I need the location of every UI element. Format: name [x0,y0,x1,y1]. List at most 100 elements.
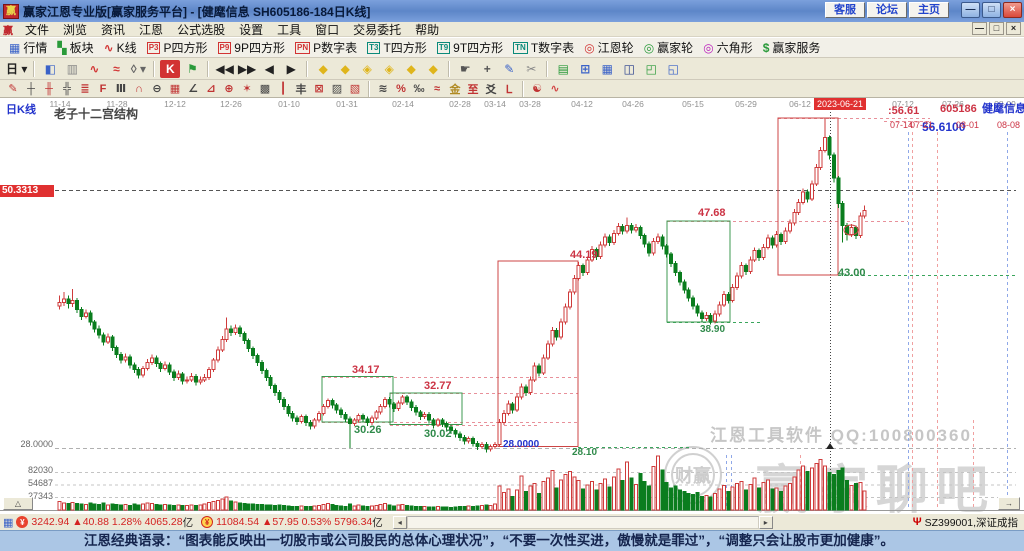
diamond-3-icon[interactable]: ◈ [357,60,377,78]
kline-chart-canvas[interactable] [0,98,1024,513]
calendar-icon[interactable]: ▤ [553,60,573,78]
menu-公式选股[interactable]: 公式选股 [170,21,232,38]
draw-tool-icon[interactable]: ≋ [375,81,392,96]
draw-tool-icon[interactable]: ‰ [411,81,428,96]
draw-tool-icon[interactable]: ▧ [347,81,364,96]
hand-tool-icon[interactable]: ☛ [455,60,475,78]
print-icon[interactable]: ◱ [663,60,683,78]
window-layout-icon[interactable]: ◧ [40,60,60,78]
tool-P数字表[interactable]: PN P数字表 [294,39,357,56]
draw-tool-icon[interactable]: ≈ [429,81,446,96]
period-tab[interactable]: 日K线 [6,101,36,117]
draw-tool-icon[interactable]: ▨ [329,81,346,96]
draw-tool-icon[interactable]: ┼ [23,81,40,96]
mdi-restore-button[interactable]: □ [989,22,1004,35]
draw-tool-icon[interactable]: ⊖ [149,81,166,96]
menu-文件[interactable]: 文件 [18,21,56,38]
restore-button[interactable]: □ [982,2,1001,18]
quote-grid-icon[interactable]: ▦ [3,516,13,529]
menu-交易委托[interactable]: 交易委托 [346,21,408,38]
pencil-tool-icon[interactable]: ✎ [499,60,519,78]
draw-tool-icon[interactable]: ▩ [257,81,274,96]
draw-tool-icon[interactable]: ☯ [529,81,546,96]
curve-icon[interactable]: ∿ [84,60,104,78]
menu-浏览[interactable]: 浏览 [56,21,94,38]
draw-tool-icon[interactable]: ✎ [5,81,22,96]
draw-tool-icon[interactable]: ≣ [77,81,94,96]
service-button[interactable]: 客服 [825,2,865,18]
cut-tool-icon[interactable]: ✂ [521,60,541,78]
scrollbar-track[interactable] [406,515,759,529]
tool-K线[interactable]: ∿ K线 [104,39,137,56]
draw-tool-icon[interactable]: ⊿ [203,81,220,96]
flag-icon[interactable]: ⚑ [182,60,202,78]
wave-icon[interactable]: ≈ [106,60,126,78]
pane-expand-button[interactable]: △ [3,497,33,510]
save-icon[interactable]: ◫ [619,60,639,78]
menu-帮助[interactable]: 帮助 [408,21,446,38]
draw-tool-icon[interactable]: ⊠ [311,81,328,96]
mdi-minimize-button[interactable]: — [972,22,987,35]
close-button[interactable]: × [1003,2,1022,18]
draw-tool-icon[interactable]: ╬ [59,81,76,96]
menu-窗口[interactable]: 窗口 [308,21,346,38]
tool-江恩轮[interactable]: ◎ 江恩轮 [584,39,634,56]
draw-tool-icon[interactable]: 金 [447,81,464,96]
scroll-left-arrow[interactable]: ◂ [392,515,407,529]
menu-江恩[interactable]: 江恩 [132,21,170,38]
export-icon[interactable]: ◰ [641,60,661,78]
draw-tool-icon[interactable]: ╫ [41,81,58,96]
scroll-right-arrow[interactable]: ▸ [758,515,773,529]
diamond-5-icon[interactable]: ◆ [401,60,421,78]
mdi-close-button[interactable]: × [1006,22,1021,35]
draw-tool-icon[interactable]: Ⅲ [113,81,130,96]
minimize-button[interactable]: — [961,2,980,18]
tool-六角形[interactable]: ◎ 六角形 [703,39,753,56]
kline-chart-area[interactable]: 江恩工具软件 QQ:100800360 财赢 赢家聊吧 日K线 11-14 11-… [0,98,1024,513]
period-selector-icon[interactable]: 日 ▾ [5,60,28,78]
draw-tool-icon[interactable]: 丰 [293,81,310,96]
status-index-selector[interactable]: Ψ SZ399001,深证成指 [910,515,1018,530]
kline-mode-icon[interactable]: K [160,59,181,78]
crosshair-tool-icon[interactable]: + [477,60,497,78]
tool-赢家轮[interactable]: ◎ 赢家轮 [644,39,694,56]
scale-selector-icon[interactable]: ◊ ▾ [128,60,148,78]
diamond-4-icon[interactable]: ◈ [379,60,399,78]
menu-工具[interactable]: 工具 [270,21,308,38]
menu-资讯[interactable]: 资讯 [94,21,132,38]
prev-icon[interactable]: ◀ [259,60,279,78]
draw-tool-icon[interactable]: ▦ [167,81,184,96]
draw-tool-icon[interactable]: 爻 [483,81,500,96]
diamond-1-icon[interactable]: ◆ [313,60,333,78]
forum-button[interactable]: 论坛 [867,2,907,18]
horizontal-scrollbar[interactable]: ◂ ▸ [392,515,773,529]
last-icon[interactable]: ▶▶ [237,60,257,78]
board-icon[interactable]: ▥ [62,60,82,78]
pane-scroll-right-button[interactable]: → [998,497,1020,510]
draw-tool-icon[interactable]: % [393,81,410,96]
draw-tool-icon[interactable]: ┃ [275,81,292,96]
draw-tool-icon[interactable]: F [95,81,112,96]
diamond-2-icon[interactable]: ◆ [335,60,355,78]
table-icon[interactable]: ▦ [597,60,617,78]
first-icon[interactable]: ◀◀ [214,60,234,78]
next-icon[interactable]: ▶ [281,60,301,78]
calculator-icon[interactable]: ⊞ [575,60,595,78]
draw-tool-icon[interactable]: ✶ [239,81,256,96]
tool-行情[interactable]: ▦ 行情 [9,39,47,56]
draw-tool-icon[interactable]: ⊕ [221,81,238,96]
tool-T数字表[interactable]: TN T数字表 [513,39,574,56]
draw-tool-icon[interactable]: ∠ [185,81,202,96]
draw-tool-icon[interactable]: Ｌ [501,81,518,96]
menu-设置[interactable]: 设置 [232,21,270,38]
homepage-button[interactable]: 主页 [909,2,949,18]
tool-9P四方形[interactable]: P9 9P四方形 [217,39,285,56]
draw-tool-icon[interactable]: 至 [465,81,482,96]
tool-9T四方形[interactable]: T9 9T四方形 [436,39,503,56]
tool-板块[interactable]: ▚ 板块 [57,39,93,56]
diamond-6-icon[interactable]: ◆ [423,60,443,78]
tool-赢家服务[interactable]: $ 赢家服务 [763,39,821,56]
tool-P四方形[interactable]: P3 P四方形 [146,39,208,56]
draw-tool-icon[interactable]: ∿ [547,81,564,96]
tool-T四方形[interactable]: T3 T四方形 [367,39,427,56]
